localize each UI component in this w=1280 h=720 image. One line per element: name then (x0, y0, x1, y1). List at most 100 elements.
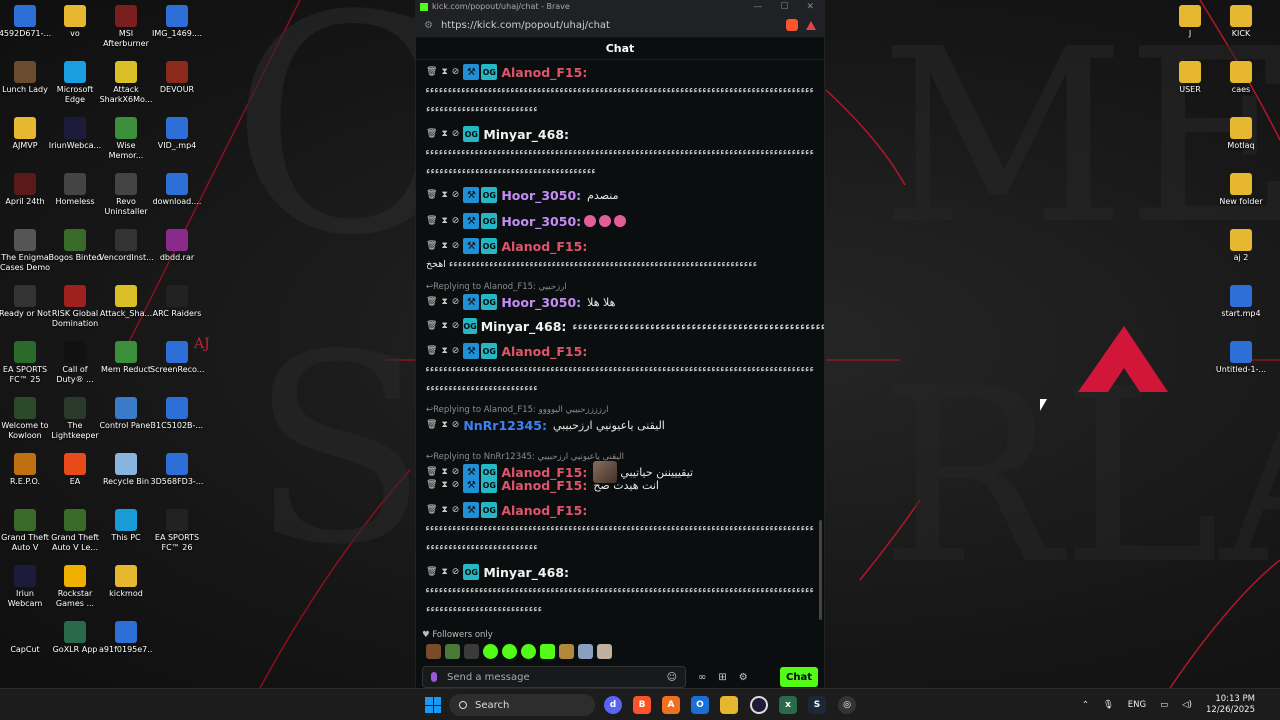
volume-icon[interactable]: ◁) (1182, 700, 1192, 710)
desktop-icon[interactable]: download.... (150, 173, 204, 207)
desktop-icon[interactable]: The Lightkeeper (48, 397, 102, 441)
close-icon[interactable]: ✕ (806, 2, 814, 12)
chat-message[interactable]: 🗑 ⧗ ⊘ ⚒ OG Alanod_F15: ءءءءءءءءءءءءءءءءءءءءءءء… (426, 501, 814, 557)
desktop-icon[interactable]: Rockstar Games ... (48, 565, 102, 609)
gift-icon[interactable]: ⊞ (718, 672, 726, 683)
desktop-icon[interactable]: Motlaq (1214, 117, 1268, 151)
desktop-icon[interactable]: Untitled-1-... (1214, 341, 1268, 375)
desktop-icon[interactable]: KICK (1214, 5, 1268, 39)
desktop-icon[interactable]: vo (48, 5, 102, 39)
desktop-icon[interactable]: VID_.mp4 (150, 117, 204, 151)
file-explorer-taskbar-icon[interactable] (720, 696, 738, 714)
site-settings-icon[interactable]: ⚙ (424, 20, 433, 31)
chat-username[interactable]: Alanod_F15: (501, 239, 587, 254)
desktop-icon[interactable]: IMG_1469.... (150, 5, 204, 39)
desktop-icon[interactable]: 4592D671-... (0, 5, 52, 39)
reply-reference[interactable]: ↩ Replying to NnRr12345: اليقنى ياعيونيي… (426, 451, 814, 463)
desktop-icon[interactable]: Wise Memor... (99, 117, 153, 161)
desktop-icon[interactable]: Homeless (48, 173, 102, 207)
minimize-icon[interactable]: — (753, 2, 762, 12)
desktop-icon[interactable]: AJMVP (0, 117, 52, 151)
desktop-icon[interactable]: USER (1163, 61, 1217, 95)
desktop-icon[interactable]: GoXLR App (48, 621, 102, 655)
desktop-icon[interactable]: EA SPORTS FC™ 25 (0, 341, 52, 385)
chat-username[interactable]: Alanod_F15: (501, 503, 587, 518)
desktop-icon[interactable]: DEVOUR (150, 61, 204, 95)
desktop-icon[interactable]: Attack_Sha... (99, 285, 153, 319)
chat-username[interactable]: Alanod_F15: (501, 344, 587, 359)
chat-username[interactable]: Minyar_468: (483, 127, 569, 142)
clock[interactable]: 10:13 PM 12/26/2025 (1206, 694, 1255, 716)
chat-username[interactable]: NnRr12345: (463, 418, 547, 433)
desktop-icon[interactable]: Control Panel (99, 397, 153, 431)
brave-rewards-icon[interactable] (806, 20, 816, 30)
desktop-icon[interactable]: IriunWebca... (48, 117, 102, 151)
desktop-icon[interactable]: aj 2 (1214, 229, 1268, 263)
chat-message[interactable]: 🗑 ⧗ ⊘ ⚒ OG Alanod_F15: ءءءءءءءءءءءءءءءءءءءءءءء… (426, 237, 814, 274)
chat-message[interactable]: 🗑 ⧗ ⊘ ⚒ OG Hoor_3050: منصدم (426, 186, 814, 204)
desktop-icon[interactable]: April 24th (0, 173, 52, 207)
desktop-icon[interactable]: ScreenReco... (150, 341, 204, 375)
chat-message[interactable]: 🗑 ⧗ ⊘ ⚒ OG Alanod_F15: ءءءءءءءءءءءءءءءءءءءءءءء… (426, 342, 814, 398)
desktop-icon[interactable]: Grand Theft Auto V (0, 509, 52, 553)
emote-2[interactable] (445, 643, 460, 659)
emote-6[interactable] (521, 643, 536, 659)
chat-message[interactable]: 🗑 ⧗ ⊘ ⚒ OG Alanod_F15: انت هيدت صح (426, 476, 814, 494)
chat-username[interactable]: Alanod_F15: (501, 65, 587, 80)
send-chat-button[interactable]: Chat (780, 667, 818, 687)
url-text[interactable]: https://kick.com/popout/uhaj/chat (441, 20, 610, 31)
desktop-icon[interactable]: Grand Theft Auto V Le... (48, 509, 102, 553)
chat-username[interactable]: Minyar_468: (483, 565, 569, 580)
chat-username[interactable]: Alanod_F15: (501, 478, 587, 493)
desktop-icon[interactable]: CapCut (0, 621, 52, 655)
desktop-icon[interactable]: RISK Global Domination (48, 285, 102, 329)
desktop-icon[interactable]: Call of Duty® ... (48, 341, 102, 385)
discord-taskbar-icon[interactable]: d (604, 696, 622, 714)
start-button[interactable] (425, 697, 441, 713)
desktop-icon[interactable]: Revo Uninstaller (99, 173, 153, 217)
maximize-icon[interactable]: ☐ (780, 2, 788, 12)
network-icon[interactable]: ▭ (1160, 700, 1168, 710)
desktop-icon[interactable]: EA SPORTS FC™ 26 (150, 509, 204, 553)
emote-8[interactable] (559, 643, 574, 659)
emoji-picker-icon[interactable]: ☺ (667, 672, 677, 683)
app-taskbar-icon[interactable]: A (662, 696, 680, 714)
desktop-icon[interactable]: 31C5102B-... (150, 397, 204, 431)
chat-message[interactable]: 🗑 ⧗ ⊘ OG Minyar_468: ءءءءءءءءءءءءءءءءءءءءءءءء… (426, 317, 824, 335)
chat-message[interactable]: ↩ Replying to Alanod_F15: ارزحبيي 🗑 ⧗ ⊘ ⚒ OG H… (426, 281, 814, 311)
chat-scrollbar[interactable] (819, 520, 822, 620)
xlr-taskbar-icon[interactable]: x (779, 696, 797, 714)
desktop-icon[interactable]: Attack SharkX6Mo... (99, 61, 153, 105)
chat-message-input[interactable]: Send a message ☺ (422, 666, 686, 688)
reply-reference[interactable]: ↩ Replying to Alanod_F15: ارززززحبيبي ال… (426, 404, 814, 416)
desktop-icon[interactable]: EA (48, 453, 102, 487)
desktop-icon[interactable]: Recycle Bin (99, 453, 153, 487)
emote-3[interactable] (464, 643, 479, 659)
desktop-icon[interactable]: Microsoft Edge (48, 61, 102, 105)
chat-settings-icon[interactable]: ⚙ (739, 672, 748, 683)
desktop-icon[interactable]: MSI Afterburner (99, 5, 153, 49)
taskbar-search[interactable]: Search (449, 694, 595, 716)
kicks-icon[interactable]: ∞ (698, 672, 706, 683)
desktop-icon[interactable]: Lunch Lady (0, 61, 52, 95)
emote-9[interactable] (578, 643, 593, 659)
desktop-icon[interactable]: Iriun Webcam (0, 565, 52, 609)
desktop-icon[interactable]: This PC (99, 509, 153, 543)
desktop-icon[interactable]: caes (1214, 61, 1268, 95)
emote-5[interactable] (502, 643, 517, 659)
desktop-icon[interactable]: a91f0195e7... (99, 621, 153, 655)
chat-username[interactable]: Hoor_3050: (501, 214, 581, 229)
brave-taskbar-icon[interactable]: B (633, 696, 651, 714)
desktop-icon[interactable]: dbdd.rar (150, 229, 204, 263)
desktop-icon[interactable]: Ready or Not (0, 285, 52, 319)
emote-7[interactable] (540, 643, 555, 659)
chat-message[interactable]: 🗑 ⧗ ⊘ OG Minyar_468: ءءءءءءءءءءءءءءءءءءءءءءءء… (426, 563, 814, 619)
desktop-icon[interactable]: start.mp4 (1214, 285, 1268, 319)
brave-shield-icon[interactable] (786, 19, 798, 31)
chat-username[interactable]: Hoor_3050: (501, 188, 581, 203)
emote-4[interactable] (483, 643, 498, 659)
steam-taskbar-icon[interactable]: S (808, 696, 826, 714)
desktop-icon[interactable]: Mem Reduct (99, 341, 153, 375)
chat-username[interactable]: Minyar_468: (481, 319, 567, 334)
chat-message[interactable]: 🗑 ⧗ ⊘ OG Minyar_468: ءءءءءءءءءءءءءءءءءءءءءءءء… (426, 125, 814, 181)
